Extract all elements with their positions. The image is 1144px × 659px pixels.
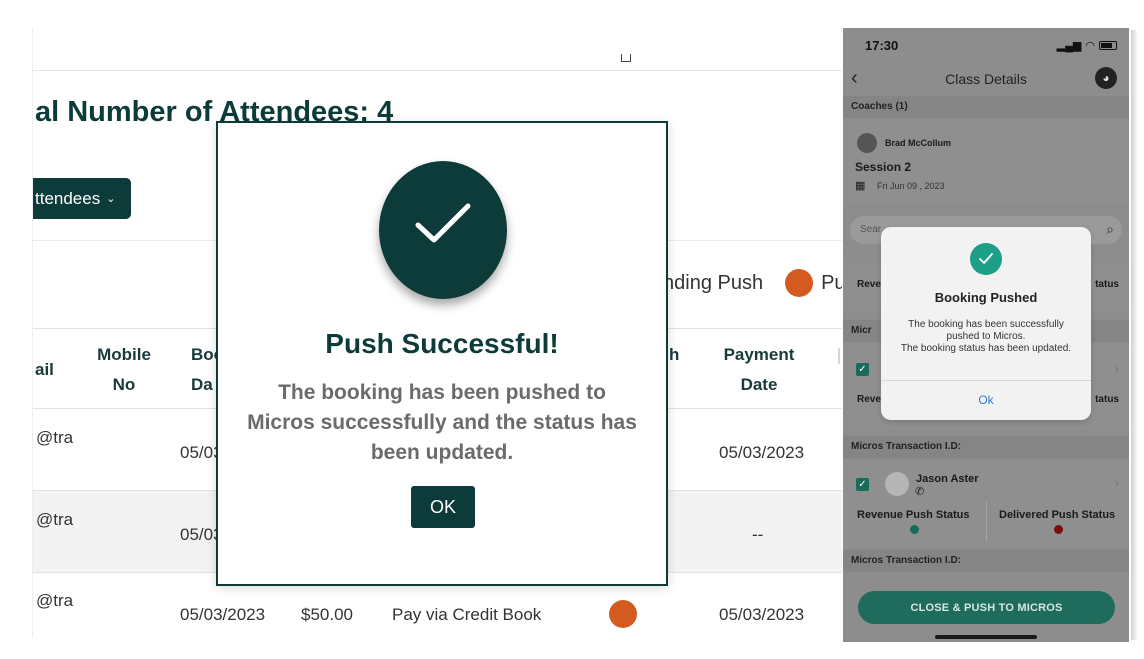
- legend-pending-label: nding Push: [663, 271, 764, 294]
- coach-avatar: [857, 133, 877, 153]
- alert-message: The booking has been successfully pushed…: [900, 319, 1072, 354]
- session-name: Session 2: [855, 160, 912, 174]
- row-payment-date: --: [752, 525, 764, 544]
- header-payment-date: Payment Date: [719, 340, 799, 400]
- status-bar: 17:30 ▂▄▆ ◠: [843, 28, 1129, 62]
- status-divider: [986, 502, 987, 542]
- nav-bar: ‹ Class Details ◕: [843, 62, 1129, 96]
- micros-transaction-label: Micros Transaction I.D:: [843, 436, 1129, 458]
- wifi-icon: ◠: [1085, 40, 1095, 52]
- push-status-legend: nding Push Push: [663, 269, 842, 297]
- status-time: 17:30: [865, 38, 899, 53]
- alert-divider: [881, 380, 1091, 381]
- column-divider: [838, 348, 840, 364]
- coach-name: Brad McCollum: [885, 138, 952, 148]
- push-success-modal: Push Successful! The booking has been pu…: [216, 121, 668, 586]
- header-mobile-line1: Mobile: [97, 345, 151, 364]
- status-icons: ▂▄▆ ◠: [1057, 39, 1117, 52]
- row-email: @tra: [36, 428, 74, 447]
- alert-title: Booking Pushed: [934, 290, 1038, 305]
- header-mobile-line2: No: [112, 375, 136, 394]
- revenue-push-status-label: Revenue Push Status: [857, 509, 970, 521]
- revenue-label-fragment: Reve: [857, 279, 881, 290]
- row-booking-date: 05/03/2023: [180, 605, 266, 624]
- row-payment-method: Pay via Credit Book: [392, 605, 542, 624]
- modal-message: The booking has been pushed to Micros su…: [247, 381, 637, 464]
- chevron-right-icon: ›: [1114, 474, 1119, 490]
- status-label-fragment: tatus: [1095, 279, 1119, 290]
- calendar-icon: ▦: [855, 180, 866, 192]
- ok-button[interactable]: OK: [411, 486, 475, 528]
- revenue-status-dot-icon: [910, 525, 919, 534]
- status-label-fragment: tatus: [1095, 394, 1119, 405]
- header-email: ail: [35, 360, 54, 379]
- row-payment-date: 05/03/2023: [719, 443, 805, 462]
- phone-icon: ✆: [915, 486, 925, 498]
- delivered-status-dot-icon: [1054, 525, 1063, 534]
- attendee-card-2[interactable]: ✓ Jason Aster ✆ › Revenue Push Status De…: [843, 460, 1129, 548]
- delivered-push-status-label: Delivered Push Status: [999, 509, 1116, 521]
- resize-handle[interactable]: [621, 54, 631, 62]
- row-email: @tra: [36, 510, 74, 529]
- header-payment-line2: Date: [740, 375, 778, 394]
- attendees-dropdown-button[interactable]: ttendees ⌄: [33, 178, 131, 219]
- attendee-checkbox[interactable]: ✓: [856, 363, 869, 376]
- micros-transaction-label: Micros Transaction I.D:: [843, 550, 1129, 572]
- home-indicator: [935, 635, 1037, 639]
- attendee-checkbox[interactable]: ✓: [856, 478, 869, 491]
- mobile-class-details-screen: 17:30 ▂▄▆ ◠ ‹ Class Details ◕ Coaches (1…: [843, 28, 1129, 642]
- modal-title: Push Successful!: [325, 328, 559, 359]
- close-and-push-button[interactable]: CLOSE & PUSH TO MICROS: [858, 591, 1115, 624]
- search-icon: ⌕: [1106, 221, 1114, 237]
- coaches-header: Coaches (1): [843, 96, 1129, 118]
- header-push-fragment: h: [669, 345, 680, 364]
- attendees-button-label: ttendees: [35, 188, 101, 208]
- search-placeholder: Sear: [860, 224, 882, 235]
- success-check-icon: [970, 243, 1002, 275]
- session-date: Fri Jun 09 , 2023: [877, 181, 945, 191]
- booking-pushed-alert: Booking Pushed The booking has been succ…: [881, 227, 1091, 420]
- attendee-avatar: [885, 472, 909, 496]
- row-payment-date: 05/03/2023: [719, 605, 805, 624]
- top-divider: [33, 70, 842, 71]
- palette-icon[interactable]: ◕: [1095, 67, 1117, 89]
- chevron-right-icon: ›: [1114, 360, 1119, 376]
- legend-pushed-dot-icon: [785, 269, 814, 297]
- signal-icon: ▂▄▆: [1056, 40, 1082, 52]
- revenue-label-fragment: Reve: [857, 394, 881, 405]
- screenshot-composite: al Number of Attendees: 4 ttendees ⌄ ndi…: [0, 0, 1144, 659]
- frame-shadow: [1131, 30, 1137, 640]
- alert-ok-button[interactable]: Ok: [881, 393, 1091, 407]
- chevron-down-icon: ⌄: [106, 193, 116, 205]
- battery-icon: [1099, 41, 1117, 50]
- row-amount: $50.00: [301, 605, 353, 624]
- header-mobile-no: Mobile No: [97, 340, 151, 400]
- push-status-dot-icon: [609, 600, 637, 628]
- success-check-icon: [379, 161, 507, 299]
- legend-pushed-label: Push: [821, 271, 842, 294]
- coach-card: Brad McCollum Session 2 ▦ Fri Jun 09 , 2…: [843, 118, 1129, 203]
- attendee-name: Jason Aster: [916, 473, 979, 485]
- nav-title: Class Details: [945, 71, 1027, 87]
- row-email: @tra: [36, 591, 74, 610]
- header-payment-line1: Payment: [723, 345, 795, 364]
